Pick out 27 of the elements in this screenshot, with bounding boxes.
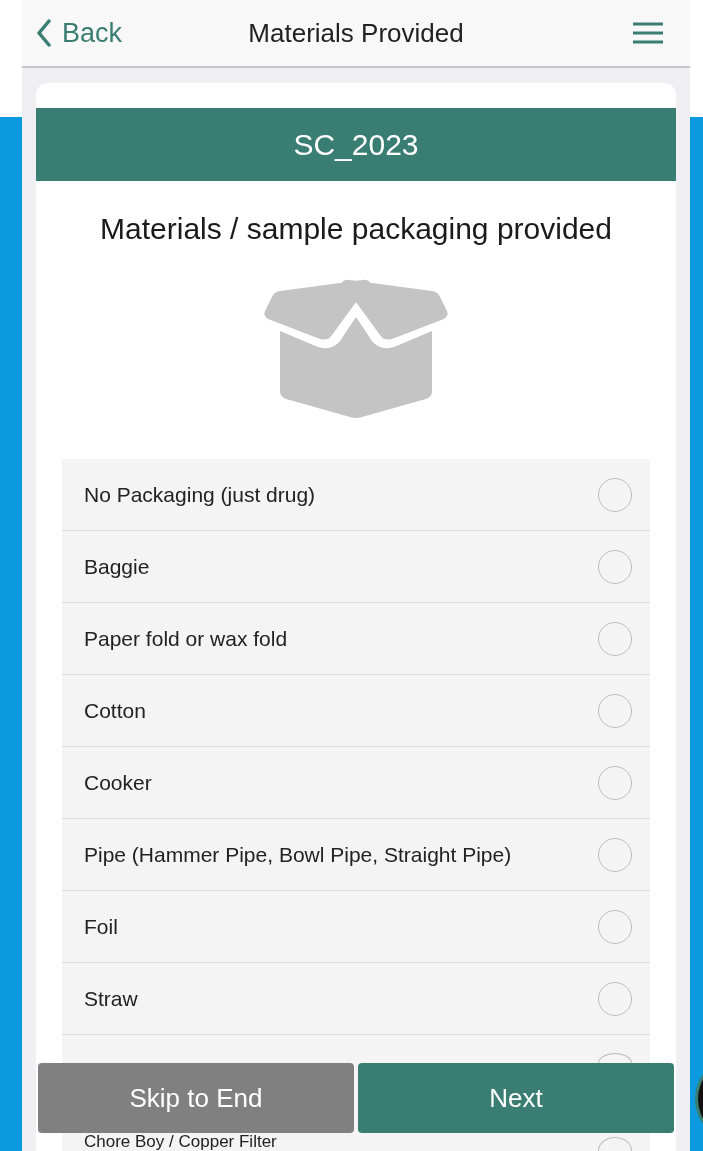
option-row[interactable]: Cotton bbox=[62, 675, 650, 747]
skip-button[interactable]: Skip to End bbox=[38, 1063, 354, 1133]
option-row[interactable]: Chore Boy / Copper Filter bbox=[62, 1133, 650, 1151]
option-label: Baggie bbox=[84, 554, 150, 579]
next-button[interactable]: Next bbox=[358, 1063, 674, 1133]
option-label: Chore Boy / Copper Filter bbox=[84, 1133, 277, 1151]
option-row[interactable]: Foil bbox=[62, 891, 650, 963]
option-label: Pipe (Hammer Pipe, Bowl Pipe, Straight Pipe) bbox=[84, 842, 512, 867]
option-row[interactable] bbox=[62, 1035, 650, 1063]
option-label: Paper fold or wax fold bbox=[84, 626, 288, 651]
option-row[interactable]: Baggie bbox=[62, 531, 650, 603]
survey-header: SC_2023 bbox=[36, 108, 676, 181]
menu-icon[interactable] bbox=[632, 22, 664, 44]
option-row[interactable]: Pipe (Hammer Pipe, Bowl Pipe, Straight Pipe) bbox=[62, 819, 650, 891]
option-row[interactable]: Straw bbox=[62, 963, 650, 1035]
option-row[interactable]: Paper fold or wax fold bbox=[62, 603, 650, 675]
option-label: Straw bbox=[84, 986, 138, 1011]
option-label: No Packaging (just drug) bbox=[84, 482, 316, 507]
chevron-icon bbox=[36, 19, 52, 47]
back-button[interactable]: Back bbox=[36, 17, 123, 49]
option-label: Cotton bbox=[84, 698, 146, 723]
option-row[interactable]: Cooker bbox=[62, 747, 650, 819]
option-label: Foil bbox=[84, 914, 118, 939]
screen-title: Materials Provided bbox=[248, 17, 464, 49]
option-label: Cooker bbox=[84, 770, 152, 795]
question-text: Materials / sample packaging provided bbox=[99, 212, 613, 246]
option-row[interactable]: No Packaging (just drug) bbox=[62, 459, 650, 531]
